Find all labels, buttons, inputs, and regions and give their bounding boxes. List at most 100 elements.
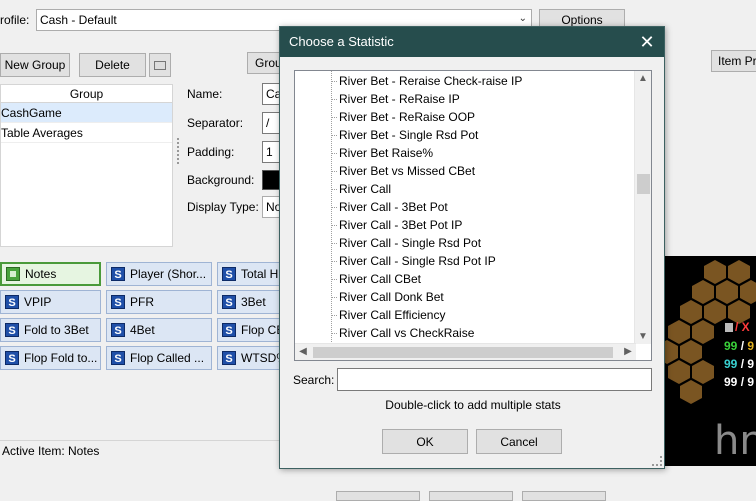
scroll-right-icon[interactable]: ▶ bbox=[621, 346, 635, 357]
hud-line-3: 99 / 9 bbox=[724, 375, 754, 389]
tile-flop-cbet[interactable]: S Flop CB bbox=[217, 318, 280, 342]
stat-list-item[interactable]: River Bet - ReRaise IP bbox=[339, 90, 460, 108]
active-item-text: Active Item: Notes bbox=[2, 444, 100, 458]
hud-value-b: 9 bbox=[747, 375, 755, 389]
padding-label: Padding: bbox=[187, 145, 235, 159]
stat-list-item[interactable]: River Bet Raise% bbox=[339, 144, 433, 162]
close-icon[interactable]: ✕ bbox=[638, 32, 656, 52]
tree-connector bbox=[331, 99, 337, 100]
tree-connector bbox=[331, 153, 337, 154]
scroll-down-icon[interactable]: ▼ bbox=[636, 331, 650, 342]
stat-list-item[interactable]: River Bet - Reraise Check-raise IP bbox=[339, 72, 522, 90]
tile-flop-fold-to[interactable]: S Flop Fold to... bbox=[0, 346, 101, 370]
tile-fold-to-3bet[interactable]: S Fold to 3Bet bbox=[0, 318, 101, 342]
bottom-button-3[interactable] bbox=[522, 491, 606, 501]
bottom-button-1[interactable] bbox=[336, 491, 420, 501]
new-group-button[interactable]: New Group bbox=[0, 53, 70, 77]
vertical-scroll-thumb[interactable] bbox=[637, 174, 650, 194]
background-label: Background: bbox=[187, 173, 255, 187]
tile-vpip[interactable]: S VPIP bbox=[0, 290, 101, 314]
tile-3bet[interactable]: S 3Bet bbox=[217, 290, 280, 314]
hud-preview: / X 99 / 9 99 / 9 99 / 9 hn bbox=[664, 256, 756, 466]
hud-value-b: 9 bbox=[747, 339, 755, 353]
stat-icon: S bbox=[5, 351, 19, 365]
hud-value-b: 9 bbox=[747, 357, 755, 371]
scroll-left-icon[interactable]: ◀ bbox=[296, 346, 310, 357]
tile-flop-called[interactable]: S Flop Called ... bbox=[106, 346, 212, 370]
stat-icon: S bbox=[222, 267, 236, 281]
hud-separator: / bbox=[737, 375, 748, 389]
notes-icon bbox=[725, 323, 733, 332]
stat-icon: S bbox=[5, 295, 19, 309]
cancel-button[interactable]: Cancel bbox=[476, 429, 562, 454]
tile-label: VPIP bbox=[24, 295, 52, 309]
delete-button[interactable]: Delete bbox=[79, 53, 146, 77]
resize-grip-icon[interactable] bbox=[652, 456, 662, 466]
stat-list-item[interactable]: River Call bbox=[339, 180, 391, 198]
tile-4bet[interactable]: S 4Bet bbox=[106, 318, 212, 342]
stat-list-item[interactable]: River Call - Single Rsd Pot bbox=[339, 234, 481, 252]
stat-list-item[interactable]: River Bet - Single Rsd Pot bbox=[339, 126, 478, 144]
stat-list-item[interactable]: River Bet - ReRaise OOP bbox=[339, 108, 475, 126]
tile-label: Flop CB bbox=[241, 323, 279, 337]
printer-icon bbox=[154, 60, 166, 70]
item-properties-button[interactable]: Item Pr bbox=[711, 50, 756, 72]
horizontal-scroll-thumb[interactable] bbox=[313, 347, 613, 358]
stat-icon: S bbox=[111, 295, 125, 309]
stat-list-item[interactable]: River Call - 3Bet Pot IP bbox=[339, 216, 462, 234]
stat-list-item[interactable]: River Call vs CheckRaise bbox=[339, 324, 474, 342]
search-label: Search: bbox=[293, 373, 335, 387]
hint-text: Double-click to add multiple stats bbox=[385, 398, 561, 412]
scroll-up-icon[interactable]: ▲ bbox=[636, 73, 650, 84]
ok-button[interactable]: OK bbox=[382, 429, 468, 454]
statistic-tree-list[interactable]: River Bet - Reraise Check-raise IP River … bbox=[294, 70, 652, 361]
tile-wtsd[interactable]: S WTSD% bbox=[217, 346, 280, 370]
stat-icon: S bbox=[222, 351, 236, 365]
name-label: Name: bbox=[187, 87, 223, 101]
search-input[interactable] bbox=[337, 368, 652, 391]
tile-total-hands[interactable]: S Total H bbox=[217, 262, 280, 286]
stat-icon: S bbox=[5, 323, 19, 337]
print-button[interactable] bbox=[149, 53, 171, 77]
tree-connector bbox=[331, 243, 337, 244]
tile-notes[interactable]: Notes bbox=[0, 262, 101, 286]
stat-icon: S bbox=[111, 323, 125, 337]
hud-value-a: 99 bbox=[724, 339, 738, 353]
hud-line-2: 99 / 9 bbox=[724, 357, 754, 371]
group-row-cashgame[interactable]: CashGame bbox=[1, 103, 172, 123]
stat-icon: S bbox=[222, 295, 236, 309]
choose-statistic-dialog: Choose a Statistic ✕ River Bet - Reraise… bbox=[279, 26, 665, 469]
tree-connector bbox=[331, 333, 337, 334]
stat-list-item[interactable]: River Bet vs Missed CBet bbox=[339, 162, 475, 180]
tile-pfr[interactable]: S PFR bbox=[106, 290, 212, 314]
hud-logo: hn bbox=[714, 418, 756, 464]
vertical-scrollbar[interactable]: ▲ ▼ bbox=[634, 71, 651, 344]
tree-connector bbox=[331, 117, 337, 118]
separator-label: Separator: bbox=[187, 116, 244, 130]
group-row-table-averages[interactable]: Table Averages bbox=[1, 123, 172, 143]
groups-table: Group CashGame Table Averages bbox=[0, 84, 173, 247]
tree-connector bbox=[331, 135, 337, 136]
stat-list-item[interactable]: River Call Donk Bet bbox=[339, 288, 444, 306]
profile-label: rofile: bbox=[0, 13, 30, 27]
tile-player-short[interactable]: S Player (Shor... bbox=[106, 262, 212, 286]
dialog-titlebar: Choose a Statistic ✕ bbox=[280, 27, 664, 57]
stat-list-item[interactable]: River Call CBet bbox=[339, 270, 421, 288]
tree-connector bbox=[331, 225, 337, 226]
profile-value: Cash - Default bbox=[40, 13, 117, 27]
tree-connector bbox=[331, 207, 337, 208]
display-type-label: Display Type: bbox=[187, 200, 259, 214]
tile-label: WTSD% bbox=[241, 351, 279, 365]
stat-list-item[interactable]: River Call - 3Bet Pot bbox=[339, 198, 448, 216]
stat-list-item[interactable]: River Call Efficiency bbox=[339, 306, 445, 324]
dialog-title: Choose a Statistic bbox=[289, 34, 394, 49]
tile-label: 4Bet bbox=[130, 323, 155, 337]
horizontal-scrollbar[interactable]: ◀ ▶ bbox=[295, 343, 636, 360]
splitter-handle[interactable] bbox=[177, 138, 180, 164]
hud-line-1: 99 / 9 bbox=[724, 339, 754, 353]
stat-list-item[interactable]: River Call - Single Rsd Pot IP bbox=[339, 252, 496, 270]
tile-label: 3Bet bbox=[241, 295, 266, 309]
bottom-button-2[interactable] bbox=[429, 491, 513, 501]
tile-label: Flop Fold to... bbox=[24, 351, 98, 365]
stat-tiles-area: Notes S Player (Shor... S Total H S VPIP… bbox=[0, 256, 280, 438]
